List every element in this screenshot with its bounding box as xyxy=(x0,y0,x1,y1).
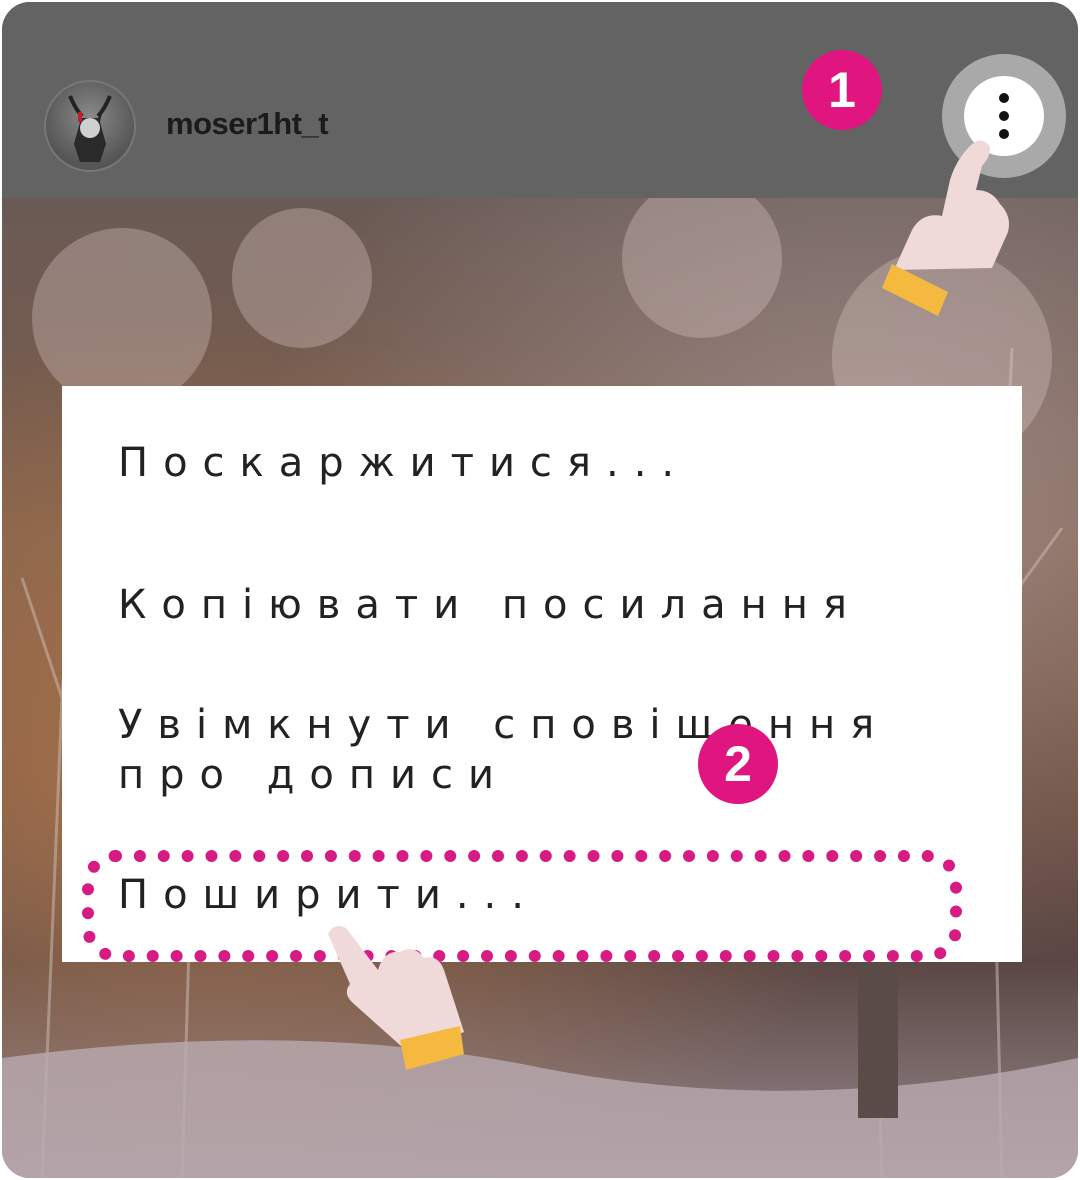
username[interactable]: moser1ht_t xyxy=(166,106,329,142)
step-2-badge: 2 xyxy=(698,724,778,804)
avatar-image xyxy=(68,95,112,162)
share-highlight-outline xyxy=(82,850,962,962)
pointing-hand-icon xyxy=(882,140,1009,316)
pointing-hand-icon-2 xyxy=(328,926,464,1070)
menu-item-report[interactable]: Поскаржитися... xyxy=(118,438,689,488)
step-1-badge: 1 xyxy=(802,50,882,130)
menu-item-copy-link[interactable]: Копіювати посилання xyxy=(118,580,862,630)
avatar[interactable] xyxy=(44,80,136,172)
post-card: moser1ht_t 1 Поскаржитися... Копіювати п… xyxy=(2,2,1078,1178)
